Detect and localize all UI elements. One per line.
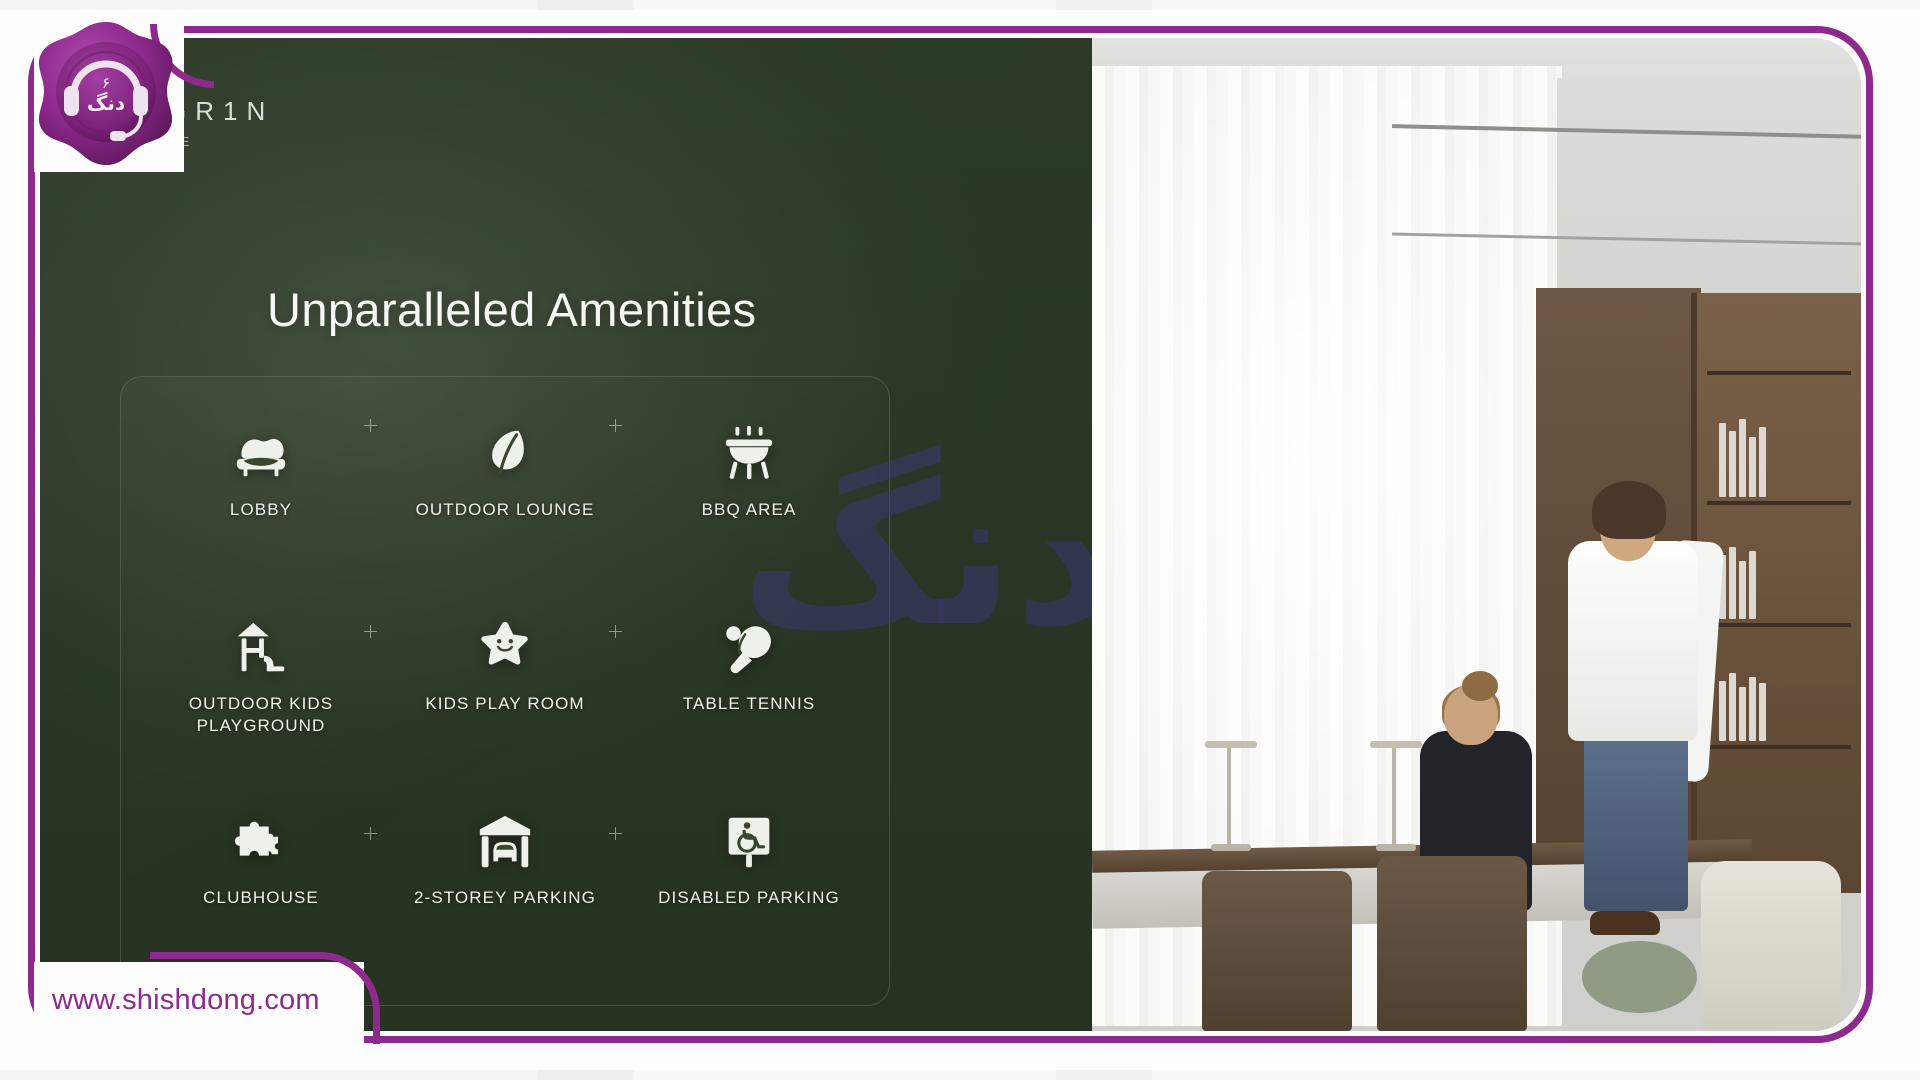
photo-chair-1	[1202, 871, 1352, 1031]
page-edge-strip-bottom	[0, 1070, 1920, 1080]
site-url-link[interactable]: www.shishdong.com	[52, 984, 320, 1017]
playground-slide-icon	[230, 617, 292, 679]
amenity-item-outdoor-lounge[interactable]: OUTDOOR LOUNGE	[383, 405, 627, 599]
amenity-label: KIDS PLAY ROOM	[425, 694, 585, 713]
amenity-label: OUTDOOR LOUNGE	[415, 500, 595, 519]
wheelchair-sign-icon	[718, 811, 780, 873]
photo-desk-lamp-2	[1370, 741, 1422, 851]
photo-standing-person-shoe	[1590, 911, 1660, 935]
brand-logo[interactable]: ۶ دنگ	[28, 16, 184, 172]
amenity-label: OUTDOOR KIDS PLAYGROUND	[188, 694, 334, 735]
amenity-item-disabled-parking[interactable]: DISABLED PARKING	[627, 793, 871, 987]
amenity-item-bbq-area[interactable]: BBQ AREA	[627, 405, 871, 599]
page-edge-strip-top	[0, 0, 1920, 10]
photo-standing-person-hair	[1592, 481, 1666, 539]
amenities-panel: GR1N SE Unparalleled Amenities	[40, 38, 1092, 1031]
amenity-item-outdoor-kids-playground[interactable]: OUTDOOR KIDS PLAYGROUND	[139, 599, 383, 793]
amenities-grid: LOBBY OUTDOOR LOUNGE BBQ AREA OUTDOOR KI…	[121, 377, 889, 1005]
photo-armchair	[1701, 861, 1841, 1031]
interior-photo	[1092, 38, 1861, 1031]
slide-content: GR1N SE Unparalleled Amenities	[40, 38, 1861, 1031]
page-title: Unparalleled Amenities	[267, 283, 757, 336]
leaf-icon	[474, 423, 536, 485]
photo-chair-2	[1377, 856, 1527, 1031]
amenity-item-kids-play-room[interactable]: KIDS PLAY ROOM	[383, 599, 627, 793]
armchair-icon	[230, 423, 292, 485]
amenity-label: 2-STOREY PARKING	[414, 888, 596, 907]
photo-desk-lamp	[1205, 741, 1257, 851]
garage-car-icon	[474, 811, 536, 873]
amenity-label: BBQ AREA	[701, 500, 797, 519]
amenity-item-lobby[interactable]: LOBBY	[139, 405, 383, 599]
ping-pong-paddle-icon	[718, 617, 780, 679]
amenity-item-table-tennis[interactable]: TABLE TENNIS	[627, 599, 871, 793]
grill-icon	[718, 423, 780, 485]
photo-seated-person-bun	[1462, 671, 1498, 701]
photo-stool-1	[1582, 941, 1697, 1013]
puzzle-pieces-icon	[230, 811, 292, 873]
amenities-card: LOBBY OUTDOOR LOUNGE BBQ AREA OUTDOOR KI…	[120, 376, 890, 1006]
amenity-item-2-storey-parking[interactable]: 2-STOREY PARKING	[383, 793, 627, 987]
slide-page: GR1N SE Unparalleled Amenities	[0, 0, 1920, 1080]
photo-standing-person-shirt	[1568, 541, 1698, 741]
amenity-label: TABLE TENNIS	[682, 694, 816, 713]
amenity-label: CLUBHOUSE	[203, 888, 319, 907]
amenity-label: LOBBY	[229, 500, 293, 519]
amenity-label: DISABLED PARKING	[658, 888, 840, 907]
photo-standing-person-jeans	[1584, 721, 1688, 911]
smiling-star-icon	[474, 617, 536, 679]
